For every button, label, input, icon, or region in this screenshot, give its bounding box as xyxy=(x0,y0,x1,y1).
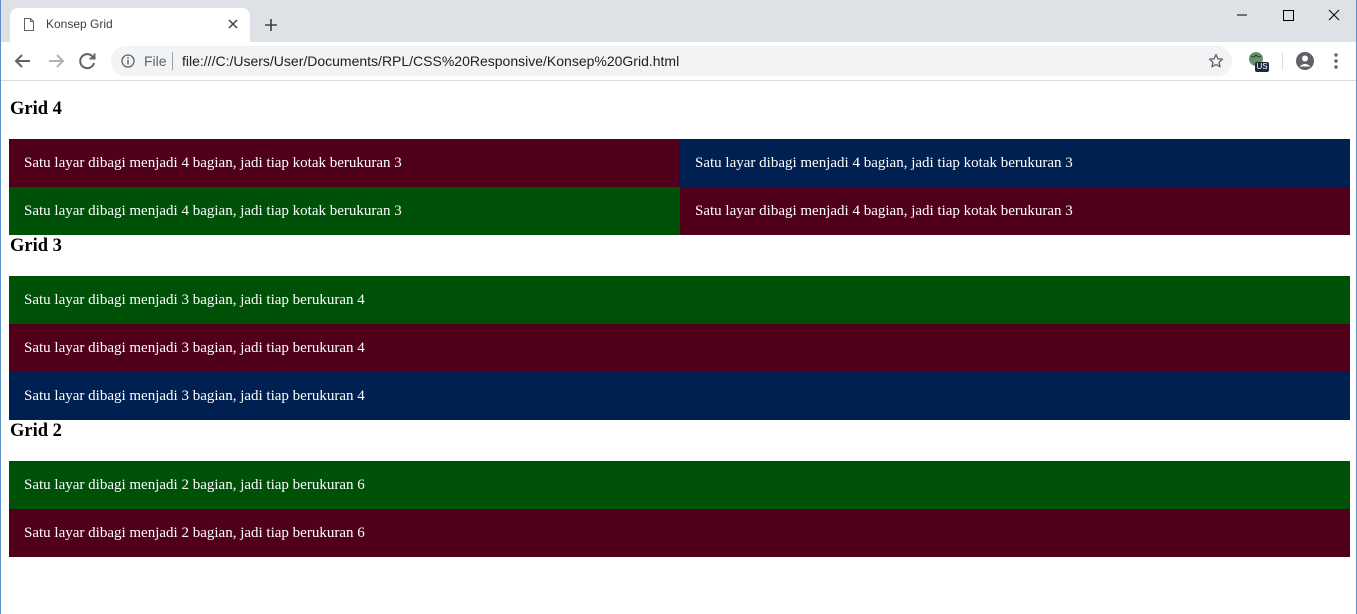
grid4-section: Satu layar dibagi menjadi 4 bagian, jadi… xyxy=(9,139,1350,235)
extension-globe-icon[interactable]: US xyxy=(1248,51,1270,73)
grid4-row: Satu layar dibagi menjadi 4 bagian, jadi… xyxy=(9,187,1350,235)
grid3-section: Satu layar dibagi menjadi 3 bagian, jadi… xyxy=(9,276,1350,420)
grid3-box: Satu layar dibagi menjadi 3 bagian, jadi… xyxy=(9,324,1350,372)
grid4-box: Satu layar dibagi menjadi 4 bagian, jadi… xyxy=(680,187,1350,235)
document-icon xyxy=(24,18,34,31)
plus-icon[interactable] xyxy=(262,16,280,34)
grid4-box: Satu layar dibagi menjadi 4 bagian, jadi… xyxy=(9,187,680,235)
address-bar[interactable]: File file:///C:/Users/User/Documents/RPL… xyxy=(111,46,1232,76)
toolbar-divider xyxy=(1282,52,1283,70)
grid4-box: Satu layar dibagi menjadi 4 bagian, jadi… xyxy=(680,139,1350,187)
grid2-heading: Grid 2 xyxy=(10,421,62,441)
grid4-heading: Grid 4 xyxy=(10,99,62,119)
omnibox-divider xyxy=(172,52,173,70)
browser-toolbar: File file:///C:/Users/User/Documents/RPL… xyxy=(1,42,1356,81)
grid2-section: Satu layar dibagi menjadi 2 bagian, jadi… xyxy=(9,461,1350,557)
grid2-box: Satu layar dibagi menjadi 2 bagian, jadi… xyxy=(9,461,1350,509)
browser-titlebar: Konsep Grid xyxy=(1,0,1356,42)
url-text[interactable]: file:///C:/Users/User/Documents/RPL/CSS%… xyxy=(182,53,679,69)
grid3-heading: Grid 3 xyxy=(10,236,62,256)
browser-tab[interactable]: Konsep Grid xyxy=(10,8,250,42)
profile-icon[interactable] xyxy=(1295,51,1315,71)
grid3-box: Satu layar dibagi menjadi 3 bagian, jadi… xyxy=(9,276,1350,324)
minimize-icon[interactable] xyxy=(1219,0,1265,30)
reload-icon[interactable] xyxy=(76,50,100,72)
tab-title: Konsep Grid xyxy=(46,17,113,31)
back-arrow-icon[interactable] xyxy=(11,50,35,72)
grid4-box: Satu layar dibagi menjadi 4 bagian, jadi… xyxy=(9,139,680,187)
star-icon[interactable] xyxy=(1208,53,1224,69)
info-icon[interactable] xyxy=(121,54,135,68)
grid4-row: Satu layar dibagi menjadi 4 bagian, jadi… xyxy=(9,139,1350,187)
forward-arrow-icon[interactable] xyxy=(44,50,68,72)
grid3-box: Satu layar dibagi menjadi 3 bagian, jadi… xyxy=(9,372,1350,420)
grid2-box: Satu layar dibagi menjadi 2 bagian, jadi… xyxy=(9,509,1350,557)
url-scheme-label: File xyxy=(144,53,167,69)
menu-dots-icon[interactable] xyxy=(1328,51,1344,71)
maximize-icon[interactable] xyxy=(1265,0,1311,30)
window-close-icon[interactable] xyxy=(1311,0,1357,30)
close-icon[interactable] xyxy=(226,17,240,31)
extension-badge: US xyxy=(1255,62,1269,72)
